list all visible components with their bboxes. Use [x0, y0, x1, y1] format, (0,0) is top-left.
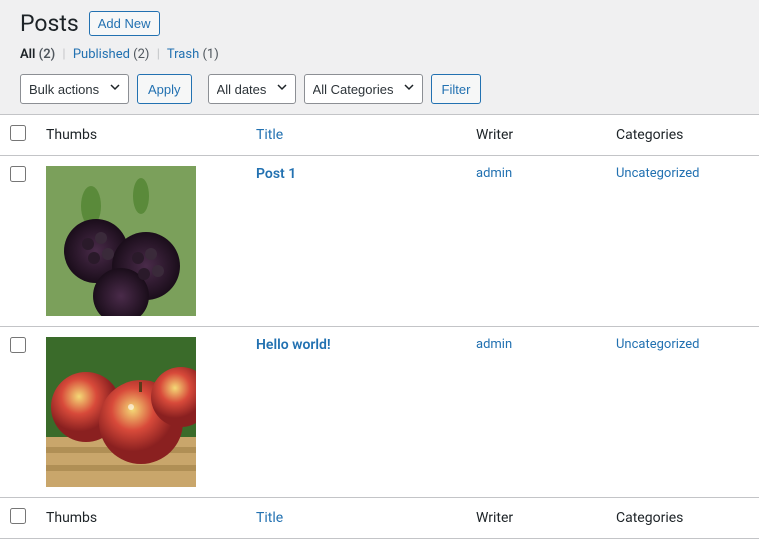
post-title-link[interactable]: Post 1 [256, 166, 296, 182]
filter-trash-count: (1) [202, 47, 218, 62]
filter-published[interactable]: Published (2) [73, 47, 153, 62]
table-row: Post 1 admin Uncategorized [0, 156, 759, 327]
post-author-link[interactable]: admin [476, 166, 512, 181]
filter-trash[interactable]: Trash (1) [167, 47, 219, 62]
col-writer[interactable]: Writer [466, 115, 606, 156]
apply-button[interactable]: Apply [137, 74, 192, 104]
status-filters: All (2) | Published (2) | Trash (1) [20, 47, 739, 62]
col-title[interactable]: Title [246, 115, 466, 156]
filter-published-label: Published [73, 47, 130, 62]
post-category-link[interactable]: Uncategorized [616, 166, 699, 181]
filter-trash-label: Trash [167, 47, 199, 62]
select-all-checkbox[interactable] [10, 125, 26, 141]
date-filter-select[interactable]: All dates [208, 74, 296, 104]
separator: | [58, 47, 69, 62]
bulk-actions-select[interactable]: Bulk actions [20, 74, 129, 104]
col-categories-footer[interactable]: Categories [606, 498, 759, 539]
post-thumbnail[interactable] [46, 337, 196, 487]
col-thumbs-footer[interactable]: Thumbs [36, 498, 246, 539]
add-new-button[interactable]: Add New [89, 11, 160, 36]
filter-published-count: (2) [133, 47, 149, 62]
category-filter-select[interactable]: All Categories [304, 74, 423, 104]
col-categories[interactable]: Categories [606, 115, 759, 156]
filter-button[interactable]: Filter [431, 74, 482, 104]
row-checkbox[interactable] [10, 166, 26, 182]
table-row: Hello world! admin Uncategorized [0, 327, 759, 498]
post-title-link[interactable]: Hello world! [256, 337, 331, 353]
col-writer-footer[interactable]: Writer [466, 498, 606, 539]
col-thumbs[interactable]: Thumbs [36, 115, 246, 156]
col-title-footer[interactable]: Title [246, 498, 466, 539]
posts-table: Thumbs Title Writer Categories [0, 114, 759, 539]
post-thumbnail[interactable] [46, 166, 196, 316]
post-author-link[interactable]: admin [476, 337, 512, 352]
select-all-checkbox-footer[interactable] [10, 508, 26, 524]
separator: | [153, 47, 164, 62]
post-category-link[interactable]: Uncategorized [616, 337, 699, 352]
filter-all-count: (2) [39, 47, 56, 62]
page-title: Posts [20, 10, 79, 37]
row-checkbox[interactable] [10, 337, 26, 353]
filter-all[interactable]: All (2) [20, 47, 58, 62]
filter-all-label: All [20, 47, 35, 62]
